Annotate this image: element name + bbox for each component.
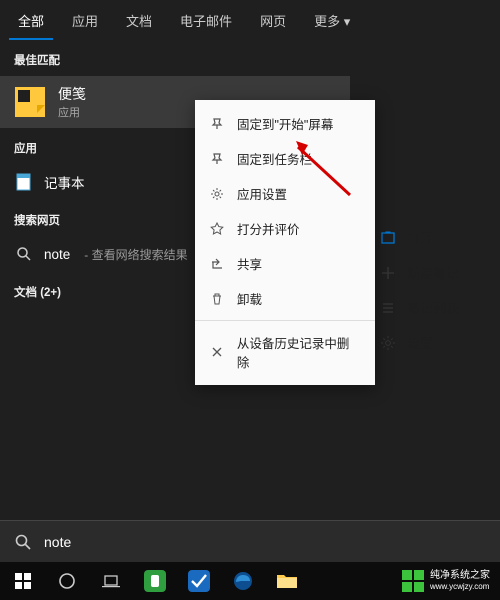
gear-icon bbox=[209, 186, 225, 202]
taskview-button[interactable] bbox=[90, 562, 132, 600]
tab-all[interactable]: 全部 bbox=[4, 1, 58, 40]
open-icon bbox=[379, 229, 397, 247]
search-box bbox=[0, 520, 500, 562]
watermark-line2: www.ycwjzy.com bbox=[430, 582, 490, 592]
search-icon bbox=[14, 244, 34, 264]
taskbar-app-1[interactable] bbox=[134, 562, 176, 600]
item-label: 记事本 bbox=[44, 172, 85, 192]
pin-icon bbox=[209, 116, 225, 132]
result-title: 便笺 bbox=[58, 84, 86, 104]
item-label: note bbox=[44, 247, 70, 262]
action-new-note[interactable]: 新建笔记 bbox=[375, 255, 495, 290]
tab-web[interactable]: 网页 bbox=[246, 1, 300, 40]
ctx-uninstall[interactable]: 卸载 bbox=[195, 281, 375, 316]
ctx-app-settings[interactable]: 应用设置 bbox=[195, 176, 375, 211]
action-open[interactable]: 打开 bbox=[375, 220, 495, 255]
search-icon bbox=[14, 533, 32, 551]
tab-docs[interactable]: 文档 bbox=[112, 1, 166, 40]
ctx-remove-history[interactable]: 从设备历史记录中删除 bbox=[195, 325, 375, 379]
tab-email[interactable]: 电子邮件 bbox=[166, 1, 246, 40]
ctx-rate[interactable]: 打分并评价 bbox=[195, 211, 375, 246]
taskbar-app-2[interactable] bbox=[178, 562, 220, 600]
taskbar-explorer[interactable] bbox=[266, 562, 308, 600]
action-settings[interactable]: 设置 bbox=[375, 325, 495, 360]
tab-bar: 全部 应用 文档 电子邮件 网页 更多 ▾ bbox=[0, 0, 500, 40]
gear-icon bbox=[379, 334, 397, 352]
start-button[interactable] bbox=[2, 562, 44, 600]
plus-icon bbox=[379, 264, 397, 282]
right-actions-panel: 打开 新建笔记 笔记列表 设置 bbox=[375, 220, 495, 360]
trash-icon bbox=[209, 291, 225, 307]
search-input[interactable] bbox=[44, 534, 486, 550]
divider bbox=[195, 320, 375, 321]
tab-more[interactable]: 更多 ▾ bbox=[300, 1, 364, 40]
tab-apps[interactable]: 应用 bbox=[58, 1, 112, 40]
watermark-line1: 纯净系统之家 bbox=[430, 570, 490, 582]
share-icon bbox=[209, 256, 225, 272]
section-best-match: 最佳匹配 bbox=[0, 40, 350, 76]
taskbar: 纯净系统之家 www.ycwjzy.com bbox=[0, 562, 500, 600]
star-icon bbox=[209, 221, 225, 237]
pin-icon bbox=[209, 151, 225, 167]
action-note-list[interactable]: 笔记列表 bbox=[375, 290, 495, 325]
sticky-notes-icon bbox=[14, 86, 46, 118]
context-menu: 固定到"开始"屏幕 固定到任务栏 应用设置 打分并评价 共享 卸载 从设备历史记… bbox=[195, 100, 375, 385]
watermark-icon bbox=[402, 570, 424, 592]
close-icon bbox=[209, 344, 225, 360]
cortana-button[interactable] bbox=[46, 562, 88, 600]
list-icon bbox=[379, 299, 397, 317]
ctx-pin-taskbar[interactable]: 固定到任务栏 bbox=[195, 141, 375, 176]
result-sub: 应用 bbox=[58, 104, 86, 120]
watermark: 纯净系统之家 www.ycwjzy.com bbox=[402, 570, 500, 592]
taskbar-edge[interactable] bbox=[222, 562, 264, 600]
ctx-pin-start[interactable]: 固定到"开始"屏幕 bbox=[195, 106, 375, 141]
notepad-icon bbox=[14, 172, 34, 192]
item-sub: - 查看网络搜索结果 bbox=[84, 246, 187, 263]
ctx-share[interactable]: 共享 bbox=[195, 246, 375, 281]
